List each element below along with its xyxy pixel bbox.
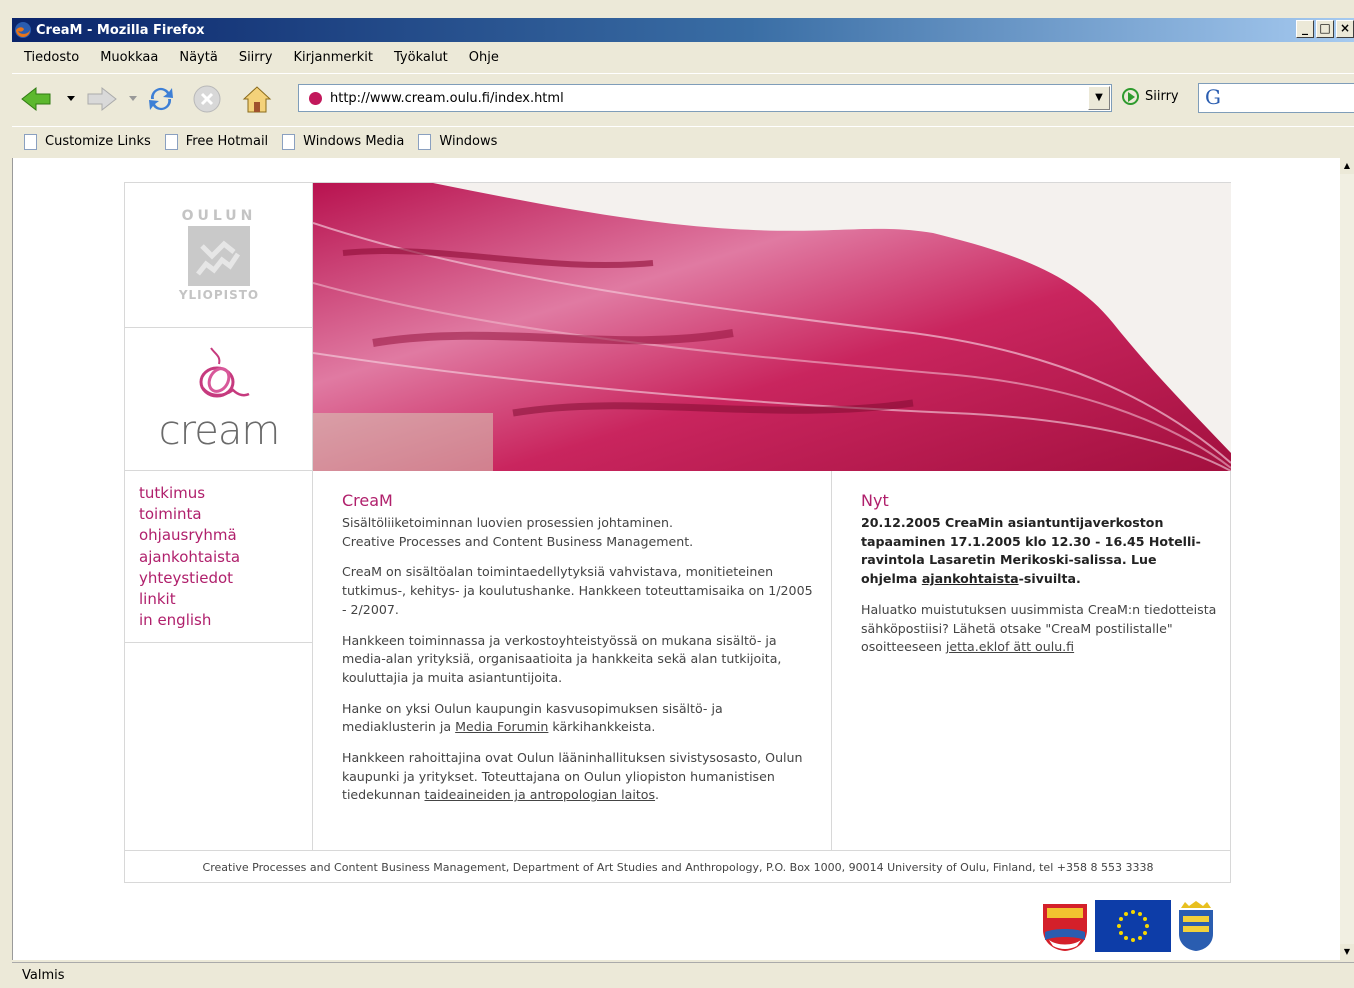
link-free-hotmail[interactable]: Free Hotmail	[164, 133, 268, 150]
email-link[interactable]: jetta.eklof ätt oulu.fi	[946, 639, 1074, 654]
intro-en: Creative Processes and Content Business …	[342, 533, 694, 549]
eu-flag-icon	[1095, 900, 1171, 952]
cream-logo-word: cream	[158, 408, 281, 454]
oulu-city-crest-icon	[1043, 904, 1087, 951]
cream-logo[interactable]: cream	[125, 328, 313, 471]
menu-nayta[interactable]: Näytä	[179, 50, 217, 65]
go-label: Siirry	[1145, 89, 1179, 104]
browser-window: CreaM - Mozilla Firefox _ □ × Tiedosto M…	[0, 0, 1354, 988]
main-intro: Sisältöliiketoiminnan luovien prosessien…	[342, 514, 813, 551]
window-title: CreaM - Mozilla Firefox	[36, 22, 205, 38]
back-dropdown-icon[interactable]	[64, 82, 78, 116]
url-dropdown-icon[interactable]: ▼	[1088, 86, 1110, 110]
cream-site: OULUN YLIOPISTO cream tutkimus toiminta …	[124, 182, 1231, 883]
site-nav: tutkimus toiminta ohjausryhmä ajankohtai…	[125, 471, 313, 643]
go-icon	[1122, 88, 1139, 105]
nav-toiminta[interactable]: toiminta	[139, 504, 313, 525]
home-button[interactable]	[240, 82, 274, 116]
nav-yhteystiedot[interactable]: yhteystiedot	[139, 568, 313, 589]
mailing-list-text: Haluatko muistutuksen uusimmista CreaM:n…	[861, 601, 1217, 655]
news-announcement: 20.12.2005 CreaMin asiantuntijaverkoston…	[861, 515, 1201, 587]
nav-ohjausryhma[interactable]: ohjausryhmä	[139, 525, 313, 546]
site-footer: Creative Processes and Content Business …	[125, 850, 1231, 883]
menu-muokkaa[interactable]: Muokkaa	[100, 50, 158, 65]
go-button[interactable]: Siirry	[1122, 88, 1179, 105]
back-arrow-icon	[21, 86, 51, 112]
menu-siirry[interactable]: Siirry	[239, 50, 273, 65]
close-button[interactable]: ×	[1336, 20, 1354, 38]
news-heading: Nyt	[861, 491, 889, 510]
nav-linkit[interactable]: linkit	[139, 589, 313, 610]
menu-tiedosto[interactable]: Tiedosto	[24, 50, 79, 65]
url-text[interactable]: http://www.cream.oulu.fi/index.html	[330, 91, 564, 106]
nav-ajankohtaista[interactable]: ajankohtaista	[139, 547, 313, 568]
vertical-scrollbar[interactable]: ▲ ▼	[1340, 158, 1354, 960]
link-windows-media[interactable]: Windows Media	[282, 133, 404, 150]
intro-fi: Sisältöliiketoiminnan luovien prosessien…	[342, 515, 674, 530]
site-favicon-icon	[309, 91, 322, 105]
navigation-toolbar: http://www.cream.oulu.fi/index.html ▼ Si…	[12, 73, 1354, 121]
main-paragraph-4: Hankkeen rahoittajina ovat Oulun lääninh…	[342, 750, 803, 803]
forward-dropdown-icon[interactable]	[126, 82, 140, 116]
status-text: Valmis	[22, 968, 65, 983]
firefox-icon	[15, 22, 31, 38]
sponsor-logos	[1041, 900, 1215, 952]
menu-bar: Tiedosto Muokkaa Näytä Siirry Kirjanmerk…	[12, 44, 1354, 70]
forward-button[interactable]	[84, 82, 118, 116]
link-windows[interactable]: Windows	[418, 133, 497, 150]
main-paragraph-2: Hankkeen toiminnassa ja verkostoyhteisty…	[342, 632, 782, 685]
title-bar: CreaM - Mozilla Firefox _ □ ×	[12, 18, 1354, 42]
stop-button[interactable]	[190, 82, 224, 116]
province-crest-icon	[1179, 901, 1213, 951]
page-icon	[24, 133, 37, 150]
nav-in-english[interactable]: in english	[139, 610, 313, 631]
status-bar: Valmis	[12, 962, 1354, 988]
reload-icon	[149, 87, 173, 111]
home-icon	[242, 86, 272, 113]
main-paragraph-1: CreaM on sisältöalan toimintaedellytyksi…	[342, 564, 813, 617]
page-icon	[164, 133, 178, 150]
department-link[interactable]: taideaineiden ja antropologian laitos	[424, 787, 655, 802]
menu-kirjanmerkit[interactable]: Kirjanmerkit	[293, 50, 373, 65]
nav-tutkimus[interactable]: tutkimus	[139, 483, 313, 504]
media-forum-link[interactable]: Media Forumin	[455, 719, 548, 734]
maximize-button[interactable]: □	[1316, 20, 1334, 38]
oulu-logo-top: OULUN	[181, 208, 257, 224]
minimize-button[interactable]: _	[1296, 20, 1314, 38]
menu-tyokalut[interactable]: Työkalut	[394, 50, 448, 65]
page-icon	[282, 133, 296, 150]
scroll-up-icon[interactable]: ▲	[1340, 158, 1354, 174]
yarn-knot-icon	[199, 347, 250, 398]
main-paragraph-3: Hanke on yksi Oulun kaupungin kasvusopim…	[342, 700, 723, 735]
page-icon	[418, 133, 432, 150]
page-viewport: OULUN YLIOPISTO cream tutkimus toiminta …	[12, 158, 1342, 960]
university-emblem-icon	[188, 226, 250, 286]
stop-icon	[193, 85, 221, 113]
menu-ohje[interactable]: Ohje	[469, 50, 499, 65]
main-heading: CreaM	[342, 491, 393, 510]
hero-image	[313, 183, 1231, 471]
left-column: OULUN YLIOPISTO cream tutkimus toiminta …	[125, 183, 313, 850]
google-search-input[interactable]: G	[1198, 83, 1354, 113]
ajankohtaista-link[interactable]: ajankohtaista	[922, 571, 1019, 586]
url-bar[interactable]: http://www.cream.oulu.fi/index.html ▼	[298, 84, 1112, 112]
university-logo[interactable]: OULUN YLIOPISTO	[125, 183, 313, 328]
reload-button[interactable]	[144, 82, 178, 116]
scroll-down-icon[interactable]: ▼	[1340, 944, 1354, 960]
news-column: Nyt 20.12.2005 CreaMin asiantuntijaverko…	[832, 471, 1231, 850]
links-toolbar: Customize Links Free Hotmail Windows Med…	[12, 126, 1354, 156]
forward-arrow-icon	[87, 86, 117, 112]
back-button[interactable]	[20, 82, 54, 116]
oulu-logo-bottom: YLIOPISTO	[178, 288, 260, 302]
link-customize-links[interactable]: Customize Links	[24, 133, 151, 150]
main-content: CreaM Sisältöliiketoiminnan luovien pros…	[313, 471, 832, 850]
